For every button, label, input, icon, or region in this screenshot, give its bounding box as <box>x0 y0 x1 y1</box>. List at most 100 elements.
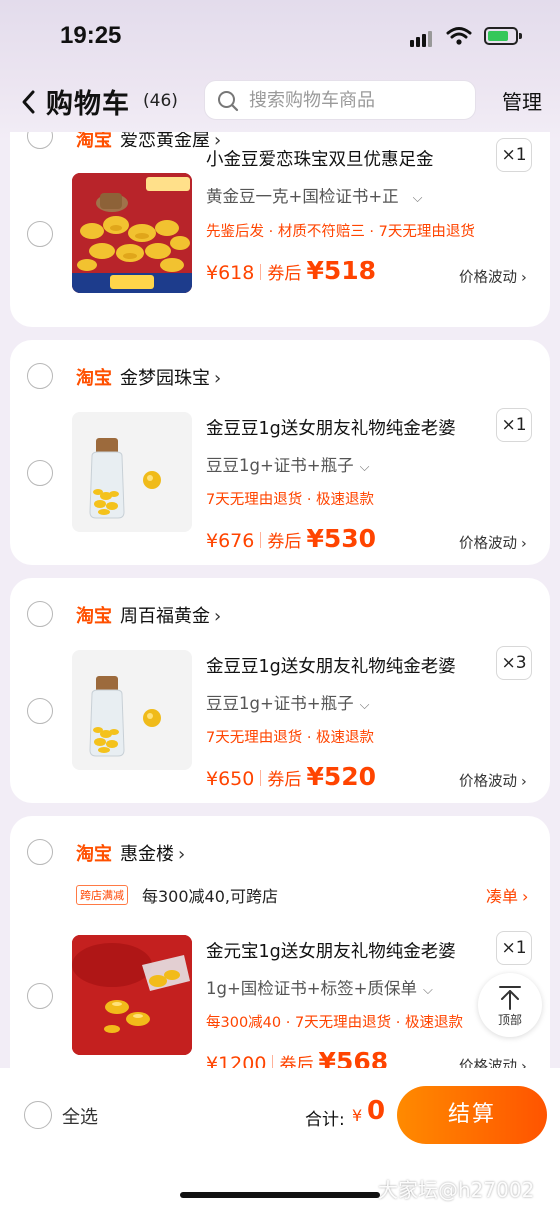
original-price: ¥676 <box>206 530 255 552</box>
back-icon[interactable] <box>18 88 40 116</box>
sku-selector[interactable]: 豆豆1g+证书+瓶子 ⌵ <box>206 452 369 476</box>
status-bar: 19:25 <box>0 0 560 72</box>
after-coupon-price: ¥518 <box>306 256 377 285</box>
shop-checkbox[interactable] <box>27 601 53 627</box>
page-title: 购物车 <box>46 89 130 120</box>
price-fluctuation-link[interactable]: 价格波动 › <box>459 532 527 553</box>
shop-card: 淘宝 周百福黄金 › 金豆豆1g送女朋友礼物纯金老婆 ×3 豆豆1g+证书+瓶子 ⌵… <box>10 578 550 803</box>
select-all-label[interactable]: 全选 <box>62 1103 98 1129</box>
back-to-top-label: 顶部 <box>497 1013 522 1027</box>
chevron-right-icon: › <box>214 606 222 627</box>
status-time: 19:25 <box>60 22 122 49</box>
shop-card: 淘宝 惠金楼 › 跨店满减 每300减40,可跨店 凑单 › 金元宝1g送女朋友礼物… <box>10 816 550 1068</box>
after-coupon-price: ¥530 <box>306 524 377 553</box>
shop-card: 淘宝 金梦园珠宝 › 金豆豆1g送女朋友礼物纯金老婆 ×1 豆豆1g+证书+瓶子 ⌵… <box>10 340 550 565</box>
price-row: ¥650 券后 ¥520 <box>206 762 376 791</box>
total-currency: ¥ <box>352 1106 363 1125</box>
price-fluctuation-link[interactable]: 价格波动 › <box>459 1055 527 1068</box>
coupon-label: 券后 <box>267 770 302 790</box>
coupon-label: 券后 <box>279 1055 314 1068</box>
product-title[interactable]: 金元宝1g送女朋友礼物纯金老婆 <box>206 938 486 963</box>
price-row: ¥618 券后 ¥518 <box>206 256 376 285</box>
cart-list[interactable]: 淘宝 爱恋黄金屋 › 小金豆爱恋珠宝双旦优惠足金 ×1 黄金豆一克+国检证书+正… <box>0 132 560 1068</box>
product-title[interactable]: 金豆豆1g送女朋友礼物纯金老婆 <box>206 415 486 440</box>
cellular-signal-icon <box>410 28 434 47</box>
original-price: ¥618 <box>206 262 255 284</box>
price-fluctuation-link[interactable]: 价格波动 › <box>459 770 527 791</box>
total-label: 合计: <box>305 1110 345 1130</box>
search-icon <box>218 91 239 112</box>
watermark: 大家坛@h27002 <box>378 1178 535 1202</box>
chevron-down-icon: ⌵ <box>422 983 433 998</box>
sku-selector[interactable]: 1g+国检证书+标签+质保单 ⌵ <box>206 975 433 999</box>
item-checkbox[interactable] <box>27 221 53 247</box>
shop-card: 淘宝 爱恋黄金屋 › 小金豆爱恋珠宝双旦优惠足金 ×1 黄金豆一克+国检证书+正… <box>10 132 550 327</box>
item-checkbox[interactable] <box>27 698 53 724</box>
shop-name[interactable]: 金梦园珠宝 › <box>120 364 221 390</box>
after-coupon-price: ¥568 <box>318 1047 389 1068</box>
product-image[interactable] <box>72 173 192 293</box>
chevron-down-icon: ⌵ <box>412 191 423 206</box>
service-tags: 先鉴后发 · 材质不符赔三 · 7天无理由退货 <box>206 224 475 240</box>
service-tags: 每300减40 · 7天无理由退货 · 极速退款 <box>206 1015 464 1031</box>
quantity-button[interactable]: ×3 <box>496 646 532 680</box>
product-title[interactable]: 金豆豆1g送女朋友礼物纯金老婆 <box>206 653 486 678</box>
sku-selector[interactable]: 黄金豆一克+国检证书+正 ⌵ <box>206 183 423 207</box>
product-image[interactable] <box>72 412 192 532</box>
promo-text: 每300减40,可跨店 <box>142 887 278 906</box>
item-checkbox[interactable] <box>27 460 53 486</box>
search-box[interactable] <box>204 80 476 120</box>
price-row: ¥1200 券后 ¥568 <box>206 1047 388 1068</box>
total-amount: 0 <box>367 1096 386 1126</box>
product-title[interactable]: 小金豆爱恋珠宝双旦优惠足金 <box>206 146 486 171</box>
promo-badge: 跨店满减 <box>76 885 128 905</box>
chevron-down-icon: ⌵ <box>359 698 370 713</box>
service-tags: 7天无理由退货 · 极速退款 <box>206 730 375 746</box>
cart-count: (46) <box>143 91 178 111</box>
platform-label: 淘宝 <box>76 844 112 865</box>
select-all-checkbox[interactable] <box>24 1101 52 1129</box>
chevron-right-icon: › <box>521 270 527 286</box>
platform-label: 淘宝 <box>76 606 112 627</box>
shop-checkbox[interactable] <box>27 363 53 389</box>
chevron-right-icon: › <box>522 887 529 906</box>
shop-checkbox[interactable] <box>27 132 53 149</box>
shop-checkbox[interactable] <box>27 839 53 865</box>
price-fluctuation-link[interactable]: 价格波动 › <box>459 266 527 287</box>
item-checkbox[interactable] <box>27 983 53 1009</box>
checkout-bar: 全选 合计: ¥ 0 结算 大家坛@h27002 <box>0 1068 560 1212</box>
product-image[interactable] <box>72 650 192 770</box>
wifi-icon <box>446 26 472 50</box>
shop-name[interactable]: 周百福黄金 › <box>120 602 221 628</box>
platform-label: 淘宝 <box>76 132 112 151</box>
home-indicator <box>180 1192 380 1198</box>
battery-icon <box>484 27 522 45</box>
add-on-link[interactable]: 凑单 › <box>486 883 528 907</box>
manage-button[interactable]: 管理 <box>502 86 542 115</box>
nav-bar: 购物车 (46) 管理 <box>0 78 560 124</box>
search-input[interactable] <box>249 87 469 113</box>
chevron-right-icon: › <box>178 844 186 865</box>
quantity-button[interactable]: ×1 <box>496 408 532 442</box>
chevron-right-icon: › <box>521 774 527 790</box>
price-row: ¥676 券后 ¥530 <box>206 524 376 553</box>
chevron-right-icon: › <box>214 368 222 389</box>
arrow-up-icon <box>499 986 521 1010</box>
checkout-button[interactable]: 结算 <box>397 1086 547 1144</box>
coupon-label: 券后 <box>267 532 302 552</box>
original-price: ¥1200 <box>206 1053 267 1068</box>
coupon-label: 券后 <box>267 264 302 284</box>
quantity-button[interactable]: ×1 <box>496 931 532 965</box>
back-to-top-button[interactable]: 顶部 <box>478 973 542 1037</box>
platform-label: 淘宝 <box>76 368 112 389</box>
sku-selector[interactable]: 豆豆1g+证书+瓶子 ⌵ <box>206 690 369 714</box>
service-tags: 7天无理由退货 · 极速退款 <box>206 492 375 508</box>
chevron-right-icon: › <box>521 536 527 552</box>
chevron-down-icon: ⌵ <box>359 460 370 475</box>
product-image[interactable] <box>72 935 192 1055</box>
chevron-right-icon: › <box>521 1059 527 1068</box>
after-coupon-price: ¥520 <box>306 762 377 791</box>
quantity-button[interactable]: ×1 <box>496 138 532 172</box>
shop-name[interactable]: 惠金楼 › <box>120 840 185 866</box>
original-price: ¥650 <box>206 768 255 790</box>
